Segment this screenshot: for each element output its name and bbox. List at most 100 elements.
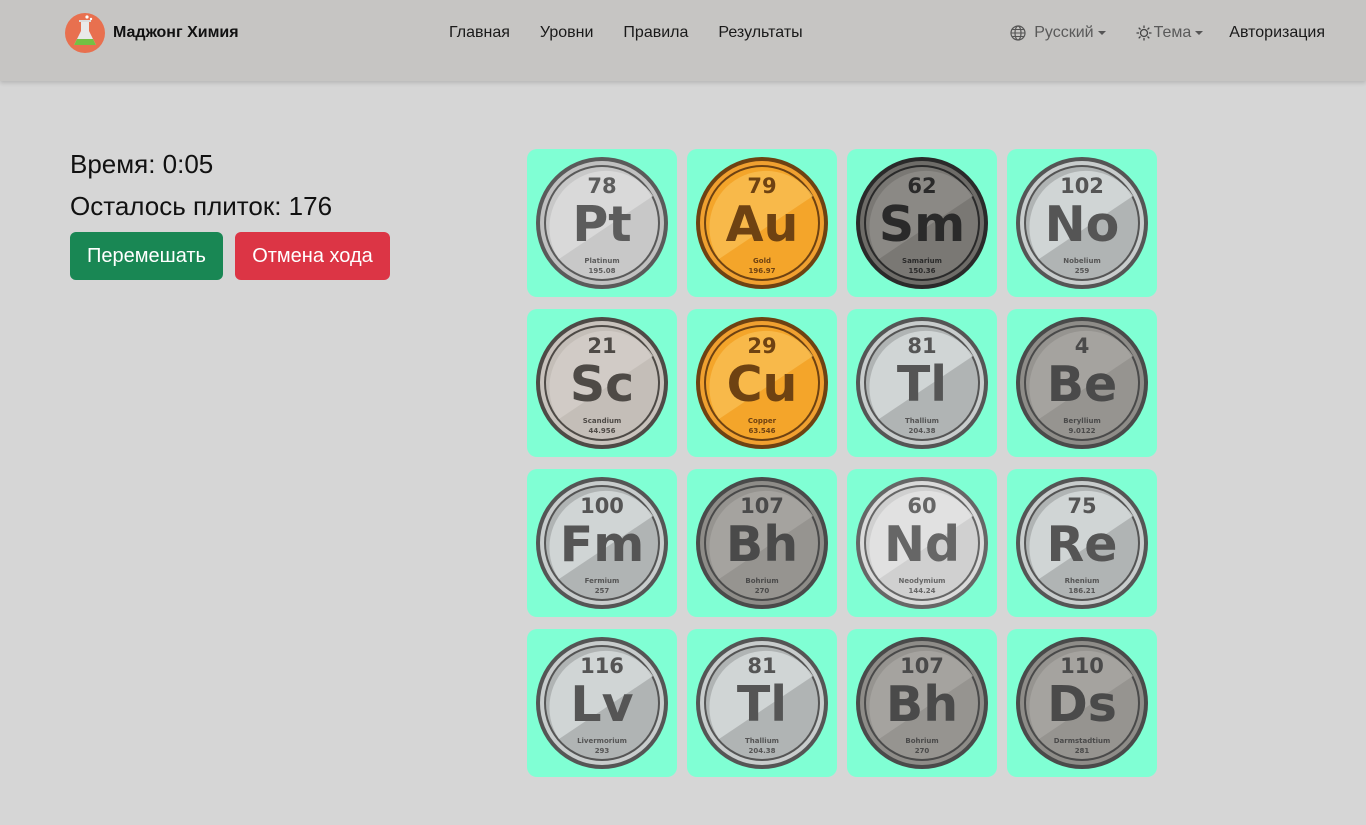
tile-ds[interactable]: 110 Ds Darmstadtium 281: [1007, 629, 1157, 777]
tile-bh[interactable]: 107 Bh Bohrium 270: [847, 629, 997, 777]
element-symbol: No: [1045, 196, 1120, 253]
element-name: Beryllium: [1063, 417, 1101, 425]
login-link[interactable]: Авторизация: [1229, 24, 1325, 42]
globe-icon: [1010, 25, 1026, 41]
element-symbol: Bh: [726, 516, 798, 573]
element-name: Bohrium: [905, 737, 938, 745]
element-badge: 78Pt Platinum 195.08: [536, 157, 668, 289]
element-badge: 81Tl Thallium 204.38: [696, 637, 828, 769]
tiles-left: Осталось плиток: 176: [70, 191, 333, 221]
element-name: Fermium: [585, 577, 620, 585]
element-badge: 107Bh Bohrium 270: [696, 477, 828, 609]
tile-pt[interactable]: 78 Pt Platinum 195.08: [527, 149, 677, 297]
tile-cu[interactable]: 29 Cu Copper 63.546: [687, 309, 837, 457]
atomic-mass: 293: [595, 747, 610, 755]
atomic-number: 116: [580, 654, 624, 678]
atomic-mass: 270: [915, 747, 930, 755]
tile-tl[interactable]: 81 Tl Thallium 204.38: [687, 629, 837, 777]
atomic-number: 75: [1067, 494, 1096, 518]
atomic-mass: 281: [1075, 747, 1090, 755]
element-badge: 60Nd Neodymium 144.24: [856, 477, 988, 609]
chevron-down-icon: [1195, 31, 1204, 35]
atomic-mass: 195.08: [588, 267, 615, 275]
atomic-number: 79: [747, 174, 776, 198]
atomic-number: 62: [907, 174, 936, 198]
element-name: Nobelium: [1063, 257, 1101, 265]
timer: Время: 0:05: [70, 149, 214, 179]
language-dropdown[interactable]: Русский: [1010, 24, 1106, 42]
element-name: Copper: [748, 417, 777, 425]
atomic-mass: 186.21: [1068, 587, 1095, 595]
element-name: Neodymium: [899, 577, 946, 585]
element-symbol: Au: [726, 196, 799, 253]
nav-results[interactable]: Результаты: [718, 24, 802, 42]
atomic-number: 78: [587, 174, 616, 198]
atomic-mass: 204.38: [748, 747, 775, 755]
atomic-number: 100: [580, 494, 624, 518]
element-symbol: Nd: [884, 516, 960, 573]
undo-button[interactable]: Отмена хода: [235, 232, 390, 280]
brand-name: Маджонг Химия: [113, 24, 239, 41]
atomic-mass: 259: [1075, 267, 1090, 275]
atomic-number: 29: [747, 334, 776, 358]
atomic-mass: 204.38: [908, 427, 935, 435]
navbar: Маджонг Химия Главная Уровни Правила Рез…: [0, 0, 1366, 81]
shuffle-button[interactable]: Перемешать: [70, 232, 223, 280]
element-symbol: Lv: [570, 676, 633, 733]
atomic-number: 21: [587, 334, 616, 358]
nav-home[interactable]: Главная: [449, 24, 510, 42]
nav-rules[interactable]: Правила: [623, 24, 688, 42]
element-symbol: Be: [1047, 356, 1118, 413]
atomic-number: 4: [1075, 334, 1090, 358]
atomic-number: 107: [900, 654, 944, 678]
nav-levels[interactable]: Уровни: [540, 24, 594, 42]
element-badge: 75Re Rhenium 186.21: [1016, 477, 1148, 609]
tile-fm[interactable]: 100 Fm Fermium 257: [527, 469, 677, 617]
element-badge: 107Bh Bohrium 270: [856, 637, 988, 769]
brand[interactable]: Маджонг Химия: [65, 13, 239, 53]
theme-label: Тема: [1153, 24, 1192, 41]
language-label: Русский: [1034, 24, 1094, 41]
element-name: Scandium: [583, 417, 622, 425]
tile-bh[interactable]: 107 Bh Bohrium 270: [687, 469, 837, 617]
atomic-mass: 63.546: [748, 427, 775, 435]
sun-icon: [1136, 25, 1152, 41]
element-name: Rhenium: [1065, 577, 1100, 585]
atomic-number: 107: [740, 494, 784, 518]
tile-nd[interactable]: 60 Nd Neodymium 144.24: [847, 469, 997, 617]
game-info: Время: 0:05 Осталось плиток: 176 Перемеш…: [70, 148, 390, 280]
tile-no[interactable]: 102 No Nobelium 259: [1007, 149, 1157, 297]
tile-tl[interactable]: 81 Tl Thallium 204.38: [847, 309, 997, 457]
atomic-number: 81: [747, 654, 776, 678]
tile-be[interactable]: 4 Be Beryllium 9.0122: [1007, 309, 1157, 457]
theme-dropdown[interactable]: Тема: [1136, 24, 1204, 42]
element-name: Gold: [753, 257, 771, 265]
tile-au[interactable]: 79 Au Gold 196.97: [687, 149, 837, 297]
atomic-mass: 9.0122: [1068, 427, 1095, 435]
atomic-mass: 270: [755, 587, 770, 595]
atomic-mass: 144.24: [908, 587, 935, 595]
tile-lv[interactable]: 116 Lv Livermorium 293: [527, 629, 677, 777]
atomic-mass: 196.97: [748, 267, 775, 275]
atomic-number: 102: [1060, 174, 1104, 198]
tile-sm[interactable]: 62 Sm Samarium 150.36: [847, 149, 997, 297]
element-badge: 110Ds Darmstadtium 281: [1016, 637, 1148, 769]
element-symbol: Sc: [570, 356, 634, 413]
element-symbol: Bh: [886, 676, 958, 733]
element-badge: 100Fm Fermium 257: [536, 477, 668, 609]
tile-sc[interactable]: 21 Sc Scandium 44.956: [527, 309, 677, 457]
atomic-number: 110: [1060, 654, 1104, 678]
atomic-mass: 44.956: [588, 427, 615, 435]
element-badge: 62Sm Samarium 150.36: [856, 157, 988, 289]
element-symbol: Fm: [560, 516, 645, 573]
element-badge: 116Lv Livermorium 293: [536, 637, 668, 769]
atomic-number: 81: [907, 334, 936, 358]
atomic-mass: 257: [595, 587, 610, 595]
element-badge: 102No Nobelium 259: [1016, 157, 1148, 289]
tile-re[interactable]: 75 Re Rhenium 186.21: [1007, 469, 1157, 617]
element-name: Thallium: [745, 737, 779, 745]
element-symbol: Pt: [572, 196, 631, 253]
element-badge: 81Tl Thallium 204.38: [856, 317, 988, 449]
nav-right: Русский Тема Авторизация: [1010, 24, 1325, 42]
chevron-down-icon: [1097, 31, 1106, 35]
